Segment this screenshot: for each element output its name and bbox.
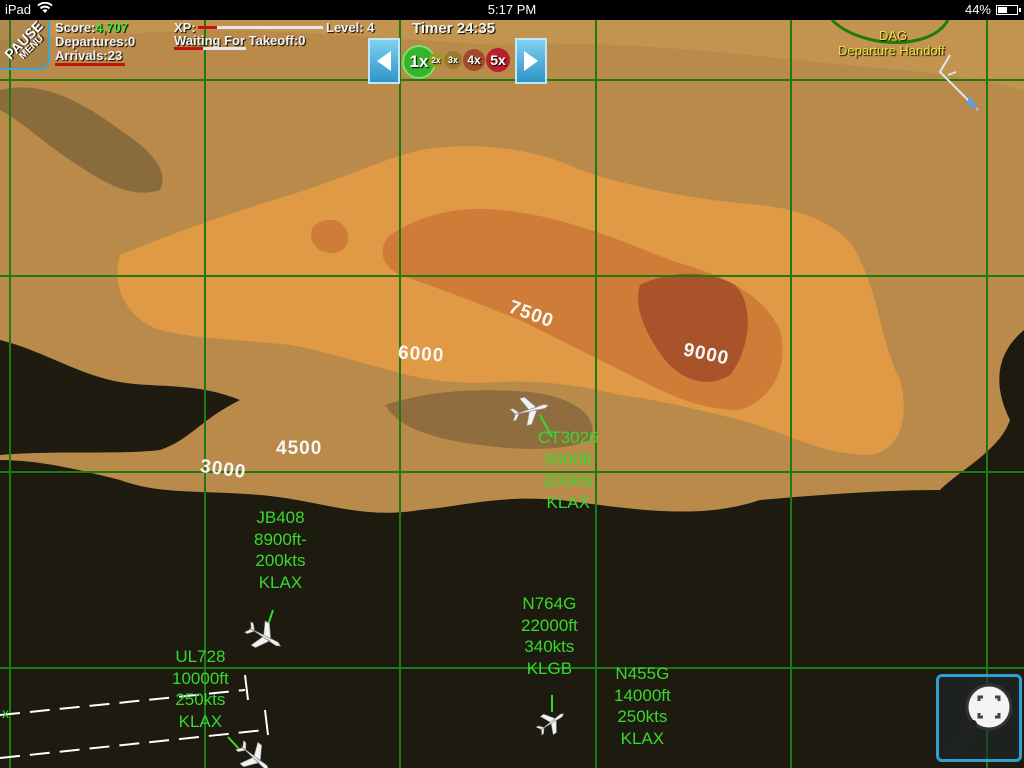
speed-3x-button[interactable]: 3x <box>444 51 462 69</box>
battery-percent: 44% <box>964 2 991 17</box>
chevron-right-icon <box>524 51 538 71</box>
level-display: Level: 4 <box>326 20 375 35</box>
speed-decrease-button[interactable] <box>368 38 400 84</box>
arrivals-bar <box>55 63 125 66</box>
battery-icon <box>996 4 1021 15</box>
chevron-left-icon <box>377 51 391 71</box>
takeoff-bar <box>174 47 246 50</box>
timer-display: Timer 24:35 <box>412 20 496 37</box>
score-display: Score:4,707 <box>55 20 129 35</box>
radar-map[interactable]: x <box>0 20 1024 768</box>
xp-bar <box>198 26 323 29</box>
pause-menu-button[interactable]: PAUSE MENU <box>0 20 50 70</box>
speed-2x-button[interactable]: 2x <box>429 53 443 67</box>
aircraft-tag[interactable]: N764G 22000ft 340kts KLGB <box>521 593 578 679</box>
handoff-code: DAG <box>879 28 908 43</box>
waiting-takeoff: Waiting For Takeoff:0 <box>174 33 306 48</box>
zoom-button[interactable] <box>936 674 1022 762</box>
svg-text:x: x <box>2 705 9 721</box>
aircraft-tag[interactable]: CT3026 9000ft 200kts KLAX <box>538 427 598 513</box>
speed-5x-button[interactable]: 5x <box>486 48 510 72</box>
handoff-label: Departure Handoff <box>838 43 945 58</box>
status-time: 5:17 PM <box>487 2 537 17</box>
departures-count: Departures:0 <box>55 34 136 49</box>
aircraft-tag[interactable]: UL728 10000ft 250kts KLAX <box>172 646 229 732</box>
aircraft-tag[interactable]: N455G 14000ft 250kts KLAX <box>614 663 671 749</box>
status-bar: iPad 5:17 PM 44% <box>0 0 1024 20</box>
magnifier-icon <box>951 683 1013 755</box>
speed-4x-button[interactable]: 4x <box>463 49 485 71</box>
speed-increase-button[interactable] <box>515 38 547 84</box>
contour-label: 6000 <box>397 342 445 367</box>
contour-label: 4500 <box>276 438 323 459</box>
arrivals-count: Arrivals:23 <box>55 48 123 63</box>
aircraft-tag[interactable]: JB408 8900ft- 200kts KLAX <box>254 507 307 593</box>
